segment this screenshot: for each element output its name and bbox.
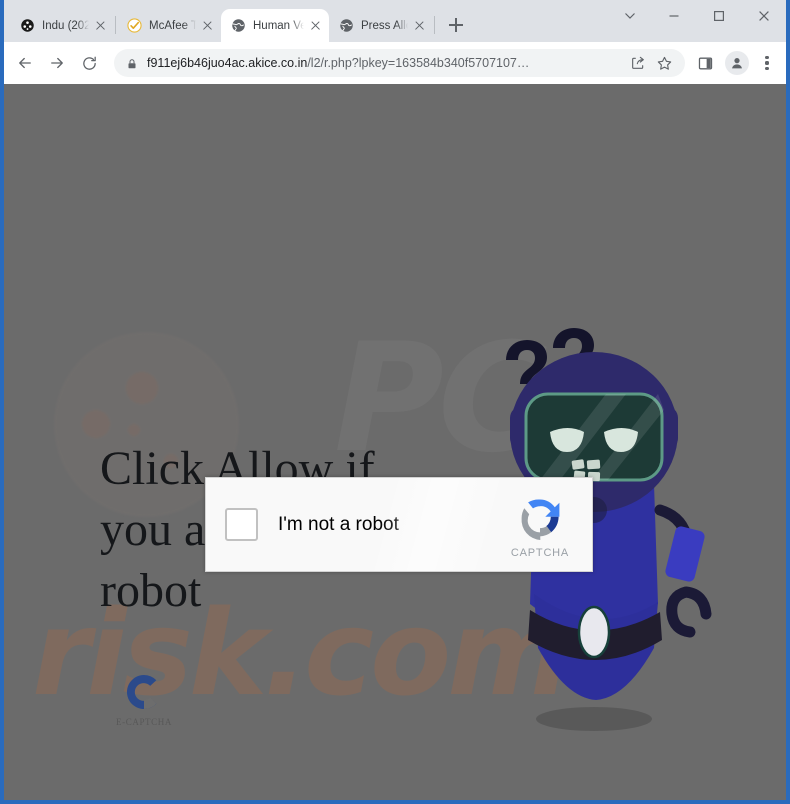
new-tab-button[interactable]	[442, 11, 470, 39]
tab-title: Human Veri	[253, 19, 304, 32]
recaptcha-checkbox[interactable]	[225, 508, 258, 541]
ecaptcha-c-icon	[124, 672, 164, 712]
ecaptcha-label: E-CAPTCHA	[116, 717, 172, 727]
tab-title: Indu (2023)	[42, 19, 89, 32]
url-path: /l2/r.php?lpkey=163584b340f5707107…	[307, 56, 530, 70]
tab-indu-2023[interactable]: Indu (2023)	[10, 9, 114, 42]
browser-window: Indu (2023) McAfee Tota	[0, 0, 790, 804]
tab-title: Press Allow	[361, 19, 408, 32]
globe-icon	[338, 18, 354, 34]
browser-toolbar: f911ej6b46juo4ac.akice.co.in/l2/r.php?lp…	[4, 42, 786, 84]
tab-mcafee-total[interactable]: McAfee Tota	[117, 9, 221, 42]
back-arrow-icon[interactable]	[10, 48, 40, 78]
recaptcha-brand-label: CAPTCHA	[510, 547, 570, 559]
maximize-button[interactable]	[696, 0, 741, 32]
forward-arrow-icon[interactable]	[42, 48, 72, 78]
close-icon[interactable]	[411, 18, 427, 34]
recaptcha-logo-icon	[512, 490, 568, 546]
star-icon[interactable]	[653, 52, 675, 74]
globe-icon	[230, 18, 246, 34]
tab-press-allow[interactable]: Press Allow	[329, 9, 433, 42]
page-viewport: PC risk.com Click Allow if you are not a…	[4, 84, 786, 800]
tab-title: McAfee Tota	[149, 19, 196, 32]
mcafee-shield-check-icon	[126, 18, 142, 34]
window-controls	[609, 0, 786, 42]
tab-human-verification[interactable]: Human Veri	[221, 9, 329, 42]
side-panel-icon[interactable]	[691, 49, 719, 77]
tab-list: Indu (2023) McAfee Tota	[10, 0, 470, 42]
minimize-button[interactable]	[651, 0, 696, 32]
recaptcha-label: I'm not a robot	[278, 513, 399, 535]
tab-separator	[115, 16, 116, 34]
close-icon[interactable]	[307, 18, 323, 34]
lock-icon	[126, 57, 139, 70]
url-origin: f911ej6b46juo4ac.akice.co.in	[147, 56, 308, 70]
close-icon[interactable]	[199, 18, 215, 34]
close-icon[interactable]	[92, 18, 108, 34]
tab-separator	[434, 16, 435, 34]
tab-search-button[interactable]	[609, 0, 651, 32]
ecaptcha-logo: E-CAPTCHA	[112, 672, 176, 727]
recaptcha-brand: CAPTCHA	[494, 490, 592, 559]
close-button[interactable]	[741, 0, 786, 32]
address-bar[interactable]: f911ej6b46juo4ac.akice.co.in/l2/r.php?lp…	[114, 49, 685, 77]
three-dot-menu-icon[interactable]	[754, 49, 780, 77]
recaptcha-widget[interactable]: I'm not a robot CAPTCHA	[205, 477, 593, 572]
tab-strip: Indu (2023) McAfee Tota	[4, 0, 786, 42]
film-reel-icon	[19, 18, 35, 34]
profile-avatar-icon[interactable]	[725, 51, 749, 75]
url-text: f911ej6b46juo4ac.akice.co.in/l2/r.php?lp…	[147, 56, 623, 70]
reload-icon[interactable]	[74, 48, 104, 78]
share-icon[interactable]	[627, 52, 649, 74]
